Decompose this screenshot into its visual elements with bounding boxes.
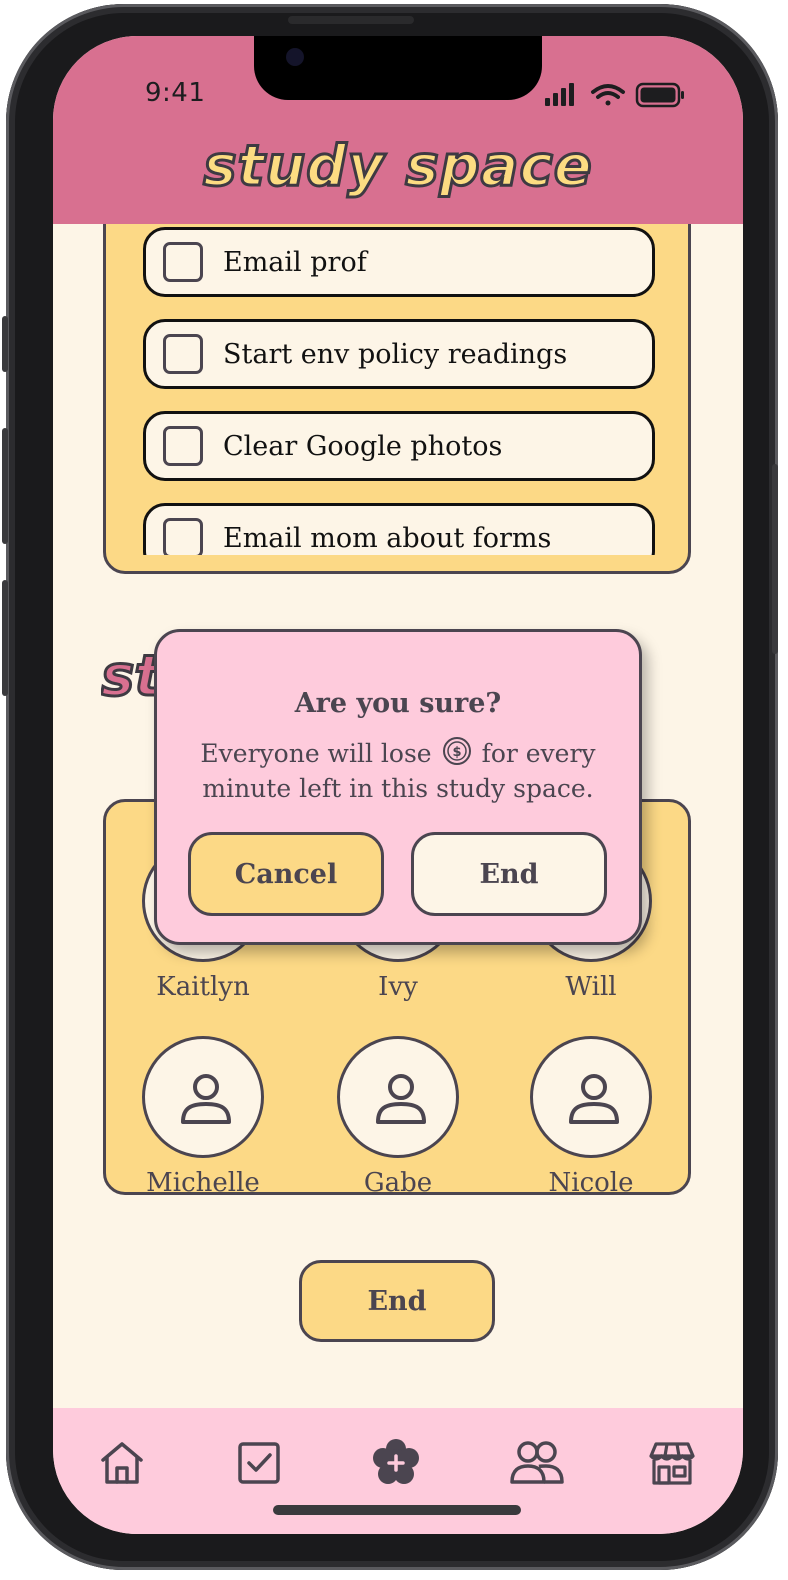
dialog-title: Are you sure? <box>294 688 502 719</box>
earpiece-speaker <box>288 16 414 24</box>
volume-up-button <box>2 428 8 544</box>
dollar-coin-icon: $ <box>442 737 471 765</box>
cancel-button[interactable]: Cancel <box>188 832 384 916</box>
dialog-message: Everyone will lose $ for every minute le… <box>177 736 619 806</box>
volume-down-button <box>2 580 8 696</box>
phone-frame: Email prof Start env policy readings Cle… <box>2 4 778 1570</box>
end-confirmation-dialog: Are you sure? Everyone will lose $ for e… <box>154 629 642 945</box>
silent-switch <box>2 316 8 372</box>
dialog-message-start: Everyone will lose <box>200 739 432 768</box>
power-button <box>772 464 778 654</box>
svg-text:$: $ <box>452 745 461 760</box>
app-screen: Email prof Start env policy readings Cle… <box>53 36 743 1534</box>
confirm-end-button[interactable]: End <box>411 832 607 916</box>
